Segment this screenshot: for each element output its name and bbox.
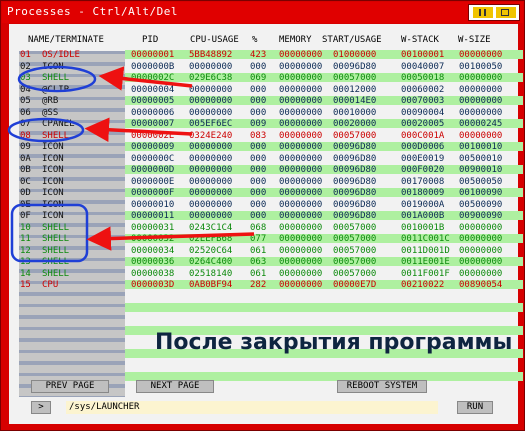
annotation-layer: [7, 65, 255, 263]
highlight-box-shells: [10, 203, 89, 263]
arrow-icon: [84, 117, 193, 142]
highlight-ellipse-shell-08: [7, 117, 85, 143]
arrow-icon: [98, 66, 193, 91]
processes-window: Processes - Ctrl/Alt/Del NAME/TERMINATE …: [0, 0, 525, 431]
highlight-ellipse-shell-03: [17, 65, 97, 93]
arrow-icon: [86, 226, 255, 251]
